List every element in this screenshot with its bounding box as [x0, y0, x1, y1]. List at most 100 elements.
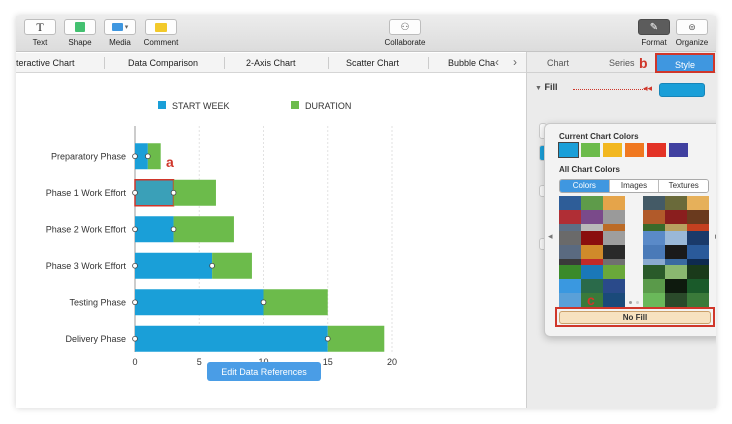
- palette-swatch[interactable]: [559, 265, 581, 279]
- palette-swatch[interactable]: [665, 210, 687, 224]
- palette-swatch[interactable]: [687, 210, 709, 224]
- palette-swatch[interactable]: [603, 231, 625, 245]
- palette-swatch[interactable]: [643, 279, 665, 293]
- tab-2-axis-chart[interactable]: 2-Axis Chart: [246, 58, 296, 68]
- bar-duration[interactable]: [327, 325, 385, 352]
- format-button[interactable]: ✎ Format: [634, 19, 674, 47]
- palette-page-indicator[interactable]: [629, 301, 639, 304]
- bar-duration[interactable]: [173, 216, 234, 243]
- palette-swatch[interactable]: [643, 293, 665, 307]
- bar-duration[interactable]: [212, 252, 252, 279]
- palette-swatch[interactable]: [687, 245, 709, 259]
- organize-button[interactable]: ⊜ Organize: [672, 19, 712, 47]
- segment-images[interactable]: Images: [609, 180, 660, 192]
- tab-scroll-right-icon[interactable]: ›: [513, 55, 517, 69]
- bar-start-week[interactable]: [135, 325, 328, 352]
- text-button[interactable]: T Text: [20, 19, 60, 47]
- edit-data-references-button[interactable]: Edit Data References: [207, 362, 321, 381]
- palette-swatch[interactable]: [581, 231, 603, 245]
- comment-button[interactable]: Comment: [140, 19, 182, 47]
- palette-swatch[interactable]: [687, 279, 709, 293]
- palette-next-icon[interactable]: ▸: [715, 231, 716, 242]
- drag-handle[interactable]: [209, 262, 215, 269]
- tab-series[interactable]: Series: [609, 58, 635, 68]
- drag-handle[interactable]: [132, 299, 138, 306]
- bar-start-week[interactable]: [135, 289, 264, 316]
- bar-duration[interactable]: [173, 179, 216, 206]
- bar-start-week[interactable]: [134, 179, 175, 207]
- fill-color-well[interactable]: [659, 83, 705, 97]
- palette-swatch[interactable]: [559, 245, 581, 259]
- drag-handle[interactable]: [132, 335, 138, 342]
- drag-handle[interactable]: [132, 262, 138, 269]
- palette-swatch[interactable]: [581, 210, 603, 224]
- palette-swatch[interactable]: [581, 265, 603, 279]
- palette-swatch[interactable]: [581, 245, 603, 259]
- drag-handle[interactable]: [170, 226, 177, 233]
- drag-handle[interactable]: [145, 153, 151, 160]
- bar-duration[interactable]: [263, 289, 328, 316]
- palette-swatch[interactable]: [665, 245, 687, 259]
- palette-swatch[interactable]: [603, 245, 625, 259]
- palette-swatch[interactable]: [665, 265, 687, 279]
- no-fill-button[interactable]: No Fill: [559, 311, 711, 324]
- palette-swatch[interactable]: [665, 293, 687, 307]
- segment-colors[interactable]: Colors: [560, 180, 610, 192]
- page-dot[interactable]: [629, 301, 632, 304]
- color-swatch[interactable]: [581, 143, 600, 157]
- tab-data-comparison[interactable]: Data Comparison: [128, 58, 198, 68]
- palette-swatch[interactable]: [603, 293, 625, 307]
- palette-swatch[interactable]: [687, 293, 709, 307]
- palette-swatch[interactable]: [665, 196, 687, 210]
- drag-handle[interactable]: [324, 335, 331, 342]
- palette-swatch[interactable]: [581, 196, 603, 210]
- palette-swatch[interactable]: [559, 196, 581, 210]
- drag-handle[interactable]: [132, 189, 138, 196]
- palette-swatch[interactable]: [603, 265, 625, 279]
- palette-swatch[interactable]: [559, 279, 581, 293]
- palette-swatch[interactable]: [665, 231, 687, 245]
- tab-bubble-chart[interactable]: Bubble Cha: [448, 58, 495, 68]
- drag-handle[interactable]: [132, 226, 138, 233]
- palette-swatch[interactable]: [643, 231, 665, 245]
- bar-start-week[interactable]: [135, 252, 213, 279]
- palette-previous-icon[interactable]: ◂: [548, 231, 553, 242]
- collaborate-button[interactable]: ⚇ Collaborate: [382, 19, 428, 47]
- bar-start-week[interactable]: [135, 216, 174, 243]
- drag-handle[interactable]: [132, 153, 138, 160]
- color-swatch[interactable]: [603, 143, 622, 157]
- palette-swatch[interactable]: [603, 279, 625, 293]
- palette-swatch[interactable]: [643, 245, 665, 259]
- palette-swatch[interactable]: [643, 196, 665, 210]
- tab-chart[interactable]: Chart: [547, 58, 569, 68]
- color-swatch[interactable]: [669, 143, 688, 157]
- palette-swatch[interactable]: [559, 293, 581, 307]
- drag-handle[interactable]: [170, 189, 177, 196]
- segment-textures[interactable]: Textures: [659, 180, 708, 192]
- tab-scroll-left-icon[interactable]: ‹: [495, 55, 499, 69]
- page-dot[interactable]: [636, 301, 639, 304]
- media-button[interactable]: ▾ Media: [100, 19, 140, 47]
- tab-style[interactable]: Style: [655, 53, 715, 73]
- palette-swatch[interactable]: [687, 231, 709, 245]
- disclosure-triangle-icon[interactable]: ▼: [535, 85, 542, 92]
- color-swatch[interactable]: [647, 143, 666, 157]
- gantt-chart[interactable]: 05101520START WEEKDURATIONPreparatory Ph…: [16, 74, 526, 408]
- palette-swatch[interactable]: [603, 210, 625, 224]
- palette-swatch[interactable]: [687, 196, 709, 210]
- tab-scatter-chart[interactable]: Scatter Chart: [346, 58, 399, 68]
- palette-swatch[interactable]: [643, 210, 665, 224]
- color-swatch[interactable]: [558, 142, 579, 158]
- fill-section[interactable]: ▼ Fill: [535, 82, 557, 92]
- shape-button[interactable]: Shape: [60, 19, 100, 47]
- palette-swatch[interactable]: [665, 279, 687, 293]
- color-swatch[interactable]: [625, 143, 644, 157]
- palette-swatch[interactable]: [559, 210, 581, 224]
- palette-swatch[interactable]: [643, 265, 665, 279]
- palette-swatch[interactable]: [581, 279, 603, 293]
- palette-swatch[interactable]: [687, 265, 709, 279]
- palette-swatch[interactable]: [603, 196, 625, 210]
- palette-swatch[interactable]: [559, 231, 581, 245]
- drag-handle[interactable]: [260, 299, 267, 306]
- tab-interactive-chart[interactable]: teractive Chart: [16, 58, 75, 68]
